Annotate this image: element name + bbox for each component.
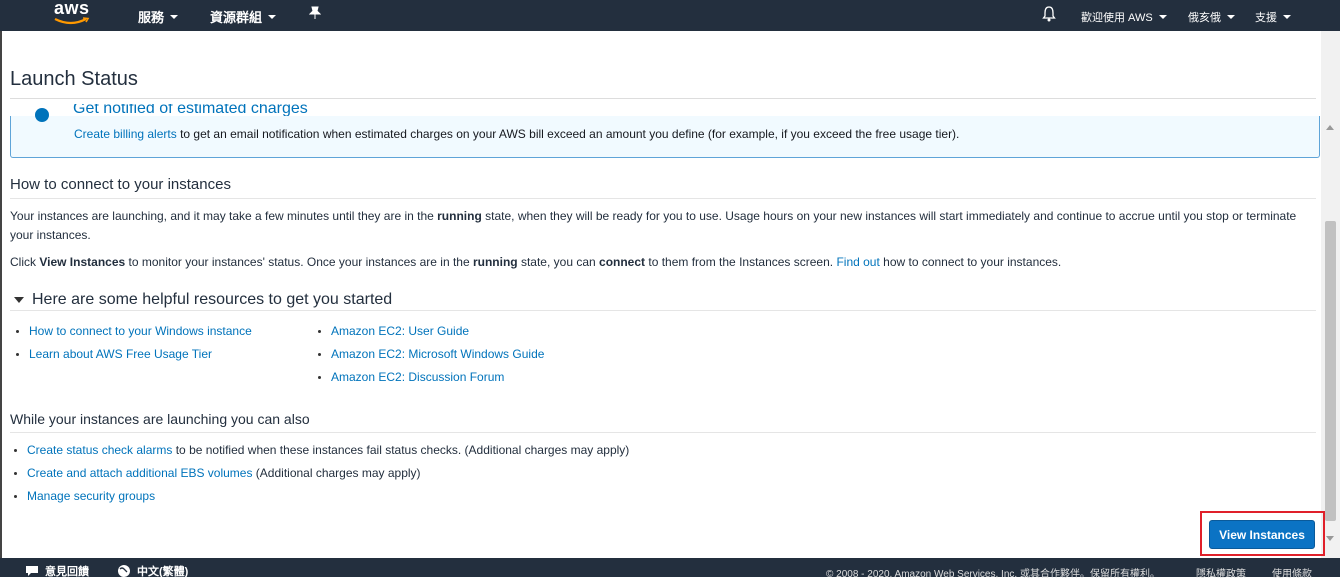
info-heading: Get notified of estimated charges [73,104,308,116]
pin-icon[interactable] [309,6,321,20]
divider [10,310,1316,311]
privacy-policy-link[interactable]: 隱私權政策 [1196,565,1246,580]
divider [10,198,1316,199]
chevron-down-icon [1227,15,1235,19]
ebs-volumes-link[interactable]: Create and attach additional EBS volumes [27,466,252,480]
scroll-up-icon[interactable] [1326,125,1334,130]
windows-guide-link[interactable]: Amazon EC2: Microsoft Windows Guide [331,347,544,361]
bell-icon[interactable] [1042,6,1056,22]
info-text: to get an email notification when estima… [180,127,960,141]
find-out-link[interactable]: Find out [836,255,879,269]
billing-alert-info-box: Get notified of estimated charges Create… [10,104,1320,158]
copyright-text: © 2008 - 2020, Amazon Web Services, Inc.… [826,569,1160,580]
page-title: Launch Status [10,68,138,90]
list-item: Create and attach additional EBS volumes… [13,465,629,488]
caret-down-icon [14,297,24,303]
globe-icon [118,565,130,577]
services-label: 服務 [138,10,165,25]
list-item: Learn about AWS Free Usage Tier [15,346,252,369]
chat-bubble-icon [26,566,38,576]
info-line: Create billing alerts to get an email no… [74,127,959,141]
chevron-down-icon [1283,15,1291,19]
resource-groups-label: 資源群組 [210,10,263,25]
services-menu[interactable]: 服務 [138,7,179,26]
connect-paragraph-2: Click View Instances to monitor your ins… [10,255,1062,269]
create-billing-alerts-link[interactable]: Create billing alerts [74,127,177,141]
free-tier-link[interactable]: Learn about AWS Free Usage Tier [29,347,212,361]
scroll-down-icon[interactable] [1326,536,1334,541]
top-navbar: aws 服務 資源群組 歡迎使用 AWS 俄亥俄 支援 [0,0,1340,31]
security-groups-link[interactable]: Manage security groups [27,489,155,503]
connect-paragraph-1: Your instances are launching, and it may… [10,209,1297,242]
support-label: 支援 [1255,12,1277,24]
also-heading: While your instances are launching you c… [10,411,310,427]
resources-list-left: How to connect to your Windows instance … [15,323,252,369]
list-item: Amazon EC2: User Guide [317,323,544,346]
discussion-forum-link[interactable]: Amazon EC2: Discussion Forum [331,370,504,384]
list-item: Create status check alarms to be notifie… [13,442,629,465]
footer: 意見回饋 中文(繁體) © 2008 - 2020, Amazon Web Se… [0,558,1340,580]
resources-list-right: Amazon EC2: User Guide Amazon EC2: Micro… [317,323,544,392]
region-menu[interactable]: 俄亥俄 [1188,9,1235,25]
resources-heading: Here are some helpful resources to get y… [32,291,393,308]
chevron-down-icon [268,14,277,19]
resource-groups-menu[interactable]: 資源群組 [210,7,277,26]
windows-connect-link[interactable]: How to connect to your Windows instance [29,324,252,338]
account-label: 歡迎使用 AWS [1081,12,1153,24]
connect-heading: How to connect to your instances [10,176,231,193]
status-check-alarms-link[interactable]: Create status check alarms [27,443,172,457]
smile-arrow-icon [54,17,90,25]
account-menu[interactable]: 歡迎使用 AWS [1081,9,1167,25]
divider [10,98,1316,99]
info-icon [35,108,49,122]
also-list: Create status check alarms to be notifie… [13,442,629,511]
list-item: Amazon EC2: Discussion Forum [317,369,544,392]
list-item: Amazon EC2: Microsoft Windows Guide [317,346,544,369]
user-guide-link[interactable]: Amazon EC2: User Guide [331,324,469,338]
scrollbar[interactable] [1321,31,1340,558]
support-menu[interactable]: 支援 [1255,9,1291,25]
resources-toggle[interactable]: Here are some helpful resources to get y… [14,291,392,309]
region-label: 俄亥俄 [1188,12,1221,24]
aws-logo[interactable]: aws [53,0,91,28]
list-item: Manage security groups [13,488,629,511]
terms-of-use-link[interactable]: 使用條款 [1272,565,1312,580]
frame-border [0,31,2,558]
list-item: How to connect to your Windows instance [15,323,252,346]
chevron-down-icon [1158,15,1167,19]
divider [10,432,1316,433]
chevron-down-icon [170,14,179,19]
view-instances-button[interactable]: View Instances [1209,520,1315,549]
scrollbar-thumb[interactable] [1325,221,1336,521]
